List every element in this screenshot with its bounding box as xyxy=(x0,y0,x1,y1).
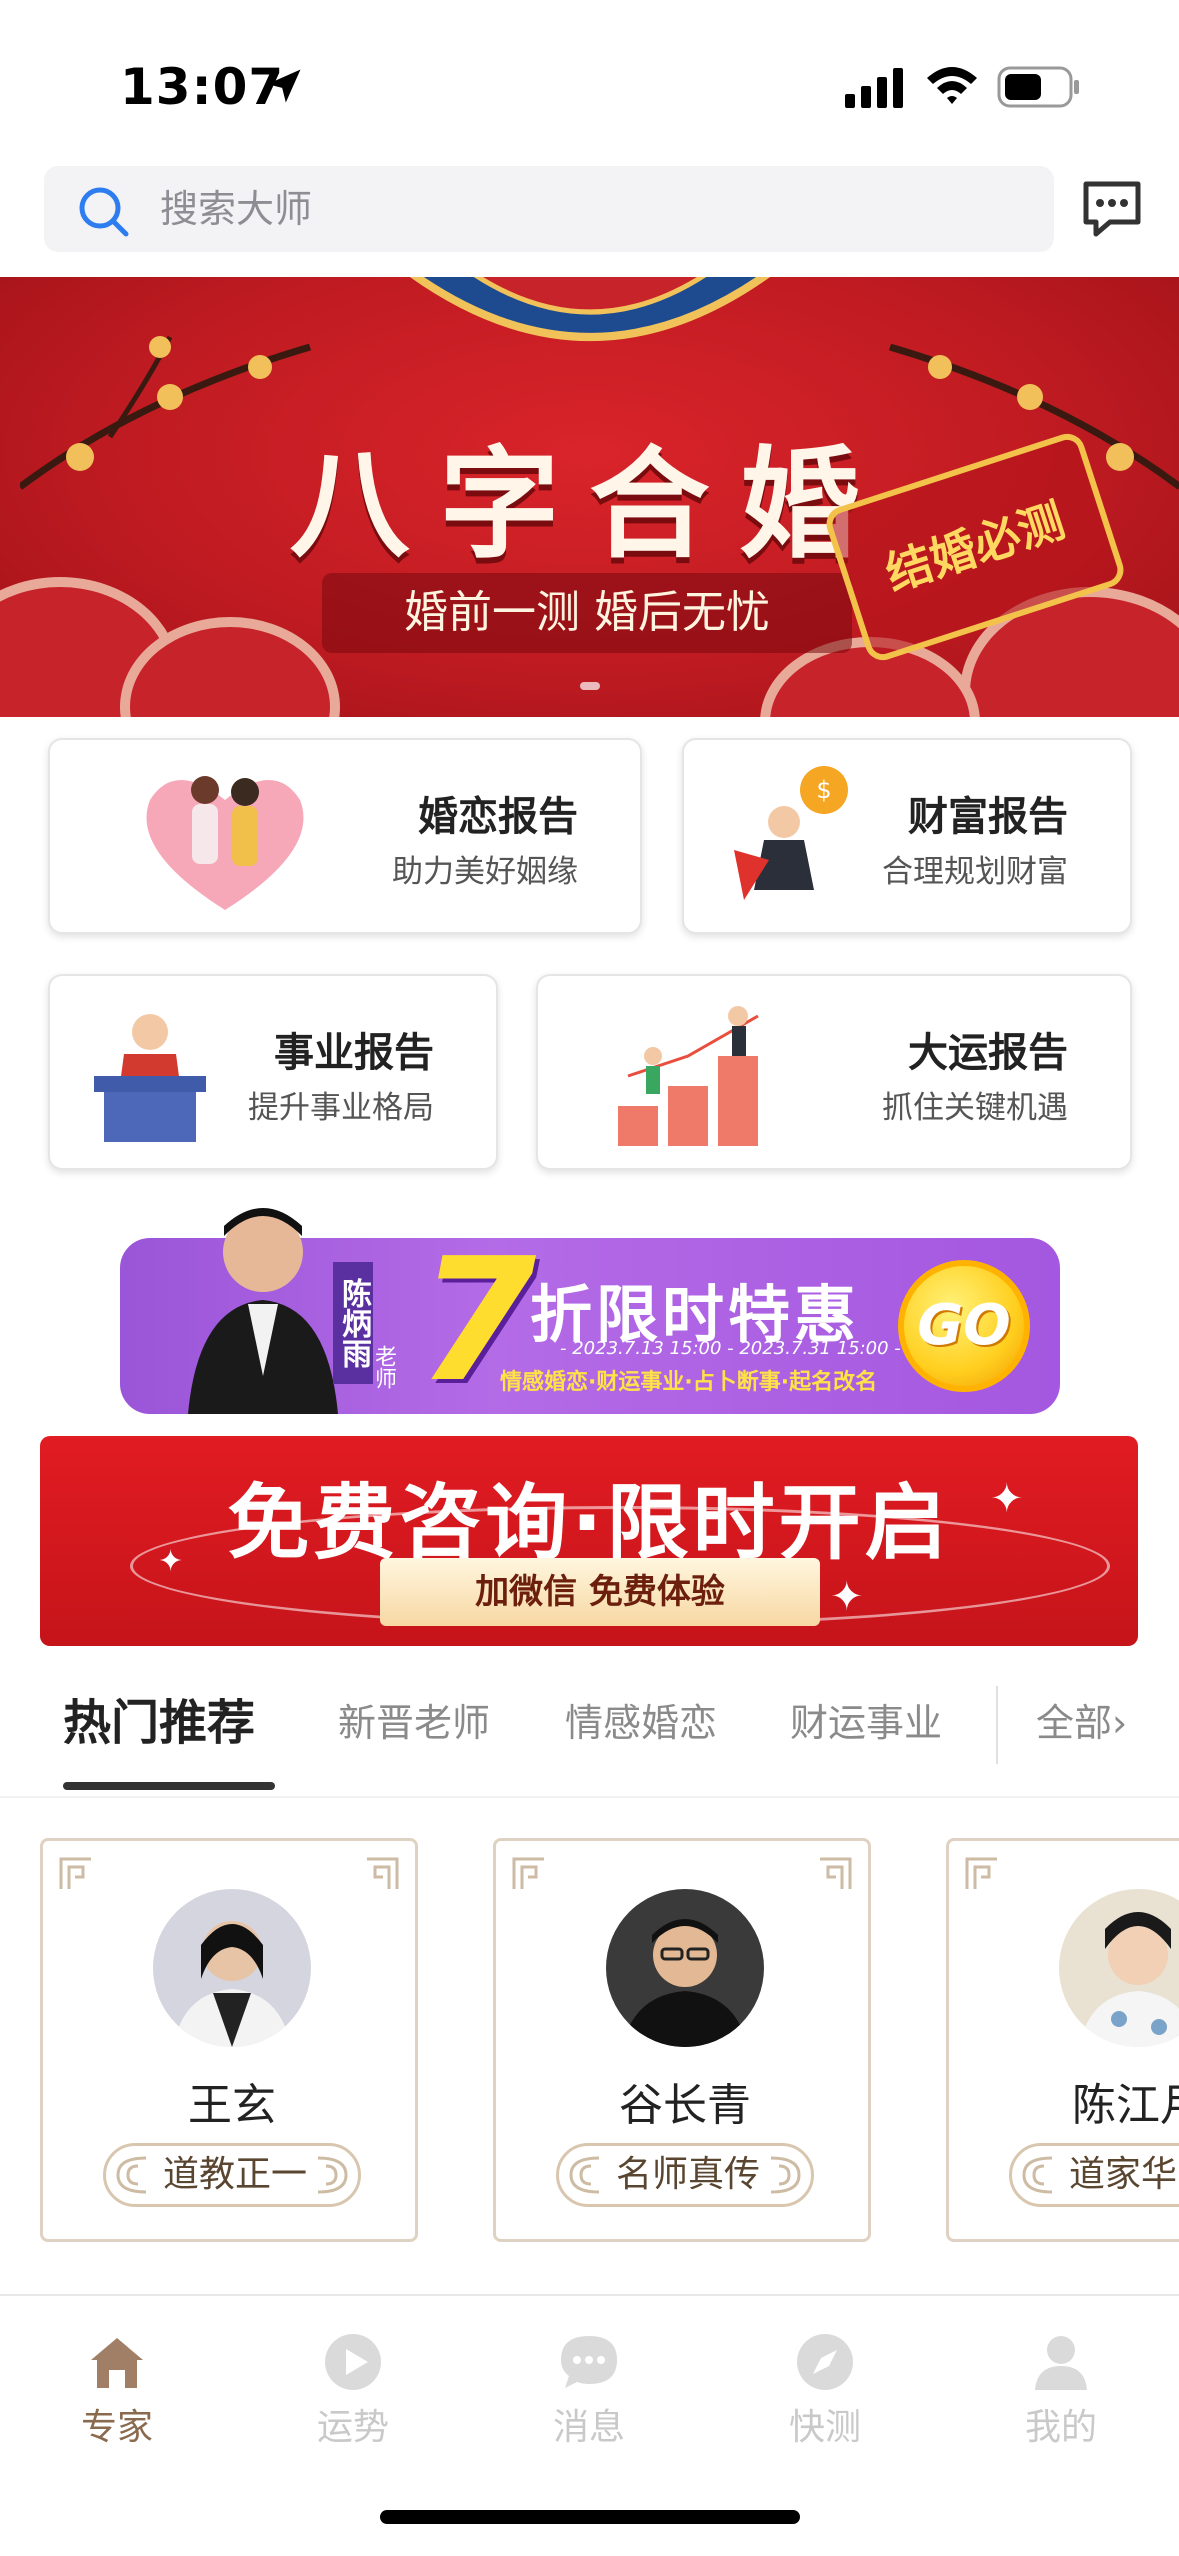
growth-chart-icon xyxy=(618,1006,759,1146)
battery-icon xyxy=(997,66,1079,108)
report-subtitle: 助力美好姻缘 xyxy=(392,854,578,890)
nav-item-profile[interactable]: 我的 xyxy=(981,2318,1141,2448)
nav-label: 消息 xyxy=(552,2407,625,2448)
tab-all-label: 全部 xyxy=(1036,1701,1113,1745)
nav-label: 运势 xyxy=(316,2407,389,2448)
speaker-podium-icon xyxy=(94,1014,206,1142)
report-title: 婚恋报告 xyxy=(418,794,578,840)
flying-businessman-icon: $ xyxy=(734,766,848,900)
report-card-wealth[interactable]: $ 财富报告 合理规划财富 xyxy=(682,738,1132,934)
go-coin-text: GO xyxy=(917,1293,1011,1358)
nav-item-experts[interactable]: 专家 xyxy=(37,2318,197,2448)
report-card-fortune[interactable]: 大运报告 抓住关键机遇 xyxy=(536,974,1132,1170)
teacher-name: 陈炳雨 xyxy=(336,1278,371,1368)
master-tag: 道教正一 xyxy=(103,2143,361,2207)
svg-text:$: $ xyxy=(816,776,831,804)
cellular-signal-icon xyxy=(845,68,903,108)
report-title: 财富报告 xyxy=(908,794,1068,840)
report-subtitle: 合理规划财富 xyxy=(882,854,1068,890)
search-input[interactable] xyxy=(160,166,1020,252)
search-bar[interactable] xyxy=(44,166,1054,252)
search-icon xyxy=(79,187,129,237)
sparkle-icon: ✦ xyxy=(830,1574,864,1620)
hero-banner[interactable]: 八字合婚 婚前一测 婚后无忧 结婚必测 xyxy=(0,277,1179,717)
home-indicator[interactable] xyxy=(380,2510,800,2524)
discount-dates: - 2023.7.13 15:00 - 2023.7.31 15:00 - xyxy=(560,1338,901,1359)
nav-item-messages[interactable]: 消息 xyxy=(509,2318,669,2448)
wifi-icon xyxy=(927,67,977,104)
status-time: 13:07 xyxy=(120,58,285,116)
master-card[interactable]: 王玄 道教正一 xyxy=(40,1838,418,2242)
report-subtitle: 提升事业格局 xyxy=(248,1090,434,1126)
master-tag: 名师真传 xyxy=(556,2143,814,2207)
nav-item-fortune[interactable]: 运势 xyxy=(273,2318,433,2448)
avatar xyxy=(153,1889,311,2047)
tab-new-teachers[interactable]: 新晋老师 xyxy=(338,1688,490,1758)
corner-ornament-icon xyxy=(965,1857,997,1889)
play-circle-icon xyxy=(325,2334,381,2390)
tab-all[interactable]: 全部› xyxy=(1036,1688,1127,1758)
master-name: 陈江月 xyxy=(1072,2080,1179,2131)
divider xyxy=(0,1796,1179,1798)
hero-subtitle: 婚前一测 婚后无忧 xyxy=(404,587,770,638)
sparkle-icon: ✦ xyxy=(990,1476,1024,1522)
report-card-marriage[interactable]: 婚恋报告 助力美好姻缘 xyxy=(48,738,642,934)
tab-wealth-career[interactable]: 财运事业 xyxy=(790,1688,942,1758)
tab-divider xyxy=(996,1686,998,1764)
master-tag-text: 道家华山 xyxy=(1068,2154,1179,2195)
tab-emotion-marriage[interactable]: 情感婚恋 xyxy=(565,1688,717,1758)
tab-hot-recommend[interactable]: 热门推荐 xyxy=(63,1688,255,1758)
corner-ornament-icon xyxy=(59,1857,91,1889)
message-icon[interactable] xyxy=(1080,178,1144,240)
location-arrow-icon xyxy=(267,69,301,103)
couple-heart-icon xyxy=(146,776,304,910)
nav-label: 我的 xyxy=(1024,2407,1097,2448)
master-tag: 道家华山 xyxy=(1009,2143,1179,2207)
avatar xyxy=(1059,1889,1179,2047)
corner-ornament-icon xyxy=(367,1857,399,1889)
home-icon xyxy=(91,2338,143,2388)
status-bar: 13:07 xyxy=(0,0,1179,150)
free-consult-banner[interactable]: 免费咨询·限时开启 加微信 免费体验 ✦ ✦ ✦ xyxy=(40,1436,1138,1646)
compass-icon xyxy=(797,2334,853,2390)
scroll-curl-icon xyxy=(317,2156,348,2194)
master-card[interactable]: 谷长青 名师真传 xyxy=(493,1838,871,2242)
ornament-icon xyxy=(409,277,771,341)
nav-label: 快测 xyxy=(788,2407,861,2448)
report-card-career[interactable]: 事业报告 提升事业格局 xyxy=(48,974,498,1170)
master-name: 王玄 xyxy=(188,2080,276,2131)
sparkle-icon: ✦ xyxy=(158,1544,184,1579)
corner-ornament-icon xyxy=(820,1857,852,1889)
carousel-indicator xyxy=(580,682,600,690)
active-tab-indicator xyxy=(63,1782,275,1790)
person-icon xyxy=(1035,2336,1087,2390)
chevron-right-icon: › xyxy=(1112,1701,1128,1745)
master-name: 谷长青 xyxy=(619,2080,751,2131)
chat-bubble-icon xyxy=(561,2336,617,2388)
free-consult-subtitle: 加微信 免费体验 xyxy=(475,1572,725,1612)
corner-ornament-icon xyxy=(512,1857,544,1889)
nav-label: 专家 xyxy=(80,2407,153,2448)
teacher-photo xyxy=(188,1208,338,1414)
avatar xyxy=(606,1889,764,2047)
discount-tags: 情感婚恋·财运事业·占卜断事·起名改名 xyxy=(500,1370,878,1395)
report-title: 事业报告 xyxy=(274,1030,434,1076)
scroll-curl-icon xyxy=(770,2156,801,2194)
nav-item-quick-test[interactable]: 快测 xyxy=(745,2318,905,2448)
teacher-title: 老师 xyxy=(371,1345,396,1389)
master-card[interactable]: 陈江月 道家华山 xyxy=(946,1838,1179,2242)
report-title: 大运报告 xyxy=(908,1030,1068,1076)
report-subtitle: 抓住关键机遇 xyxy=(882,1090,1068,1126)
